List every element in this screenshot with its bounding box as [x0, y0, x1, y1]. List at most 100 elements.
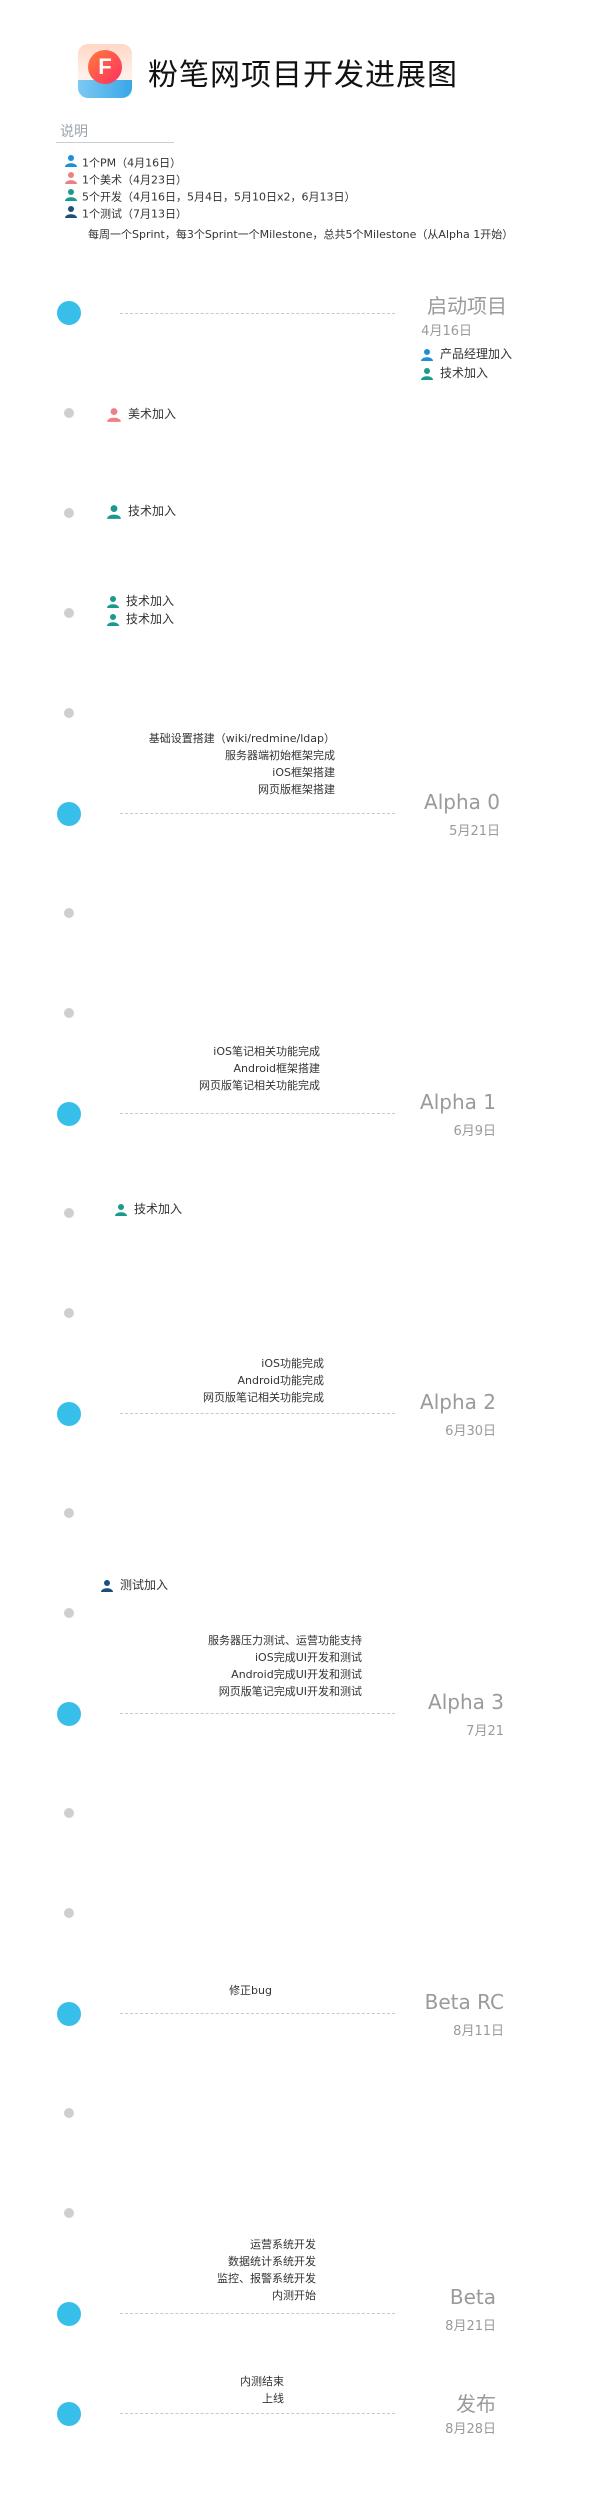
legend-item-label: 1个美术（4月23日）	[82, 173, 187, 187]
person-icon	[64, 205, 78, 224]
task-item: 监控、报警系统开发	[217, 2272, 316, 2285]
person-icon	[421, 348, 433, 361]
timeline-week-dot	[64, 1608, 74, 1618]
milestone-date: 4月16日	[421, 324, 472, 339]
task-list-alpha2: iOS功能完成 Android功能完成 网页版笔记相关功能完成	[24, 1355, 324, 1406]
timeline-week-dot	[64, 2108, 74, 2118]
timeline-week-dot	[64, 1008, 74, 1018]
person-icon	[107, 407, 121, 422]
person-icon	[421, 367, 433, 380]
milestone-title: Beta	[449, 2285, 496, 2309]
person-join-label: 技术加入	[134, 1202, 183, 1216]
task-list-alpha1: iOS笔记相关功能完成 Android框架搭建 网页版笔记相关功能完成	[20, 1043, 320, 1094]
timeline-node-alpha3	[57, 1702, 81, 1726]
person-join-label: 美术加入	[128, 407, 177, 421]
legend-item-art: 1个美术（4月23日）	[64, 171, 187, 187]
person-icon	[101, 1579, 113, 1592]
task-item: Android框架搭建	[233, 1062, 320, 1075]
timeline-node-beta	[57, 2302, 81, 2326]
legend-item-label: 1个测试（7月13日）	[82, 207, 187, 221]
person-join-dev: 技术加入	[106, 592, 174, 610]
person-icon	[107, 595, 119, 608]
milestone-connector	[120, 2313, 395, 2314]
person-icon	[115, 1203, 127, 1216]
timeline-week-dot	[64, 608, 74, 618]
person-join-dev: 技术加入	[106, 610, 174, 628]
milestone-connector	[120, 813, 395, 814]
legend-item-dev: 5个开发（4月16日，5月4日，5月10日x2，6月13日）	[64, 188, 356, 204]
task-item: iOS框架搭建	[272, 766, 335, 779]
timeline-week-dot	[64, 408, 74, 418]
person-join-label: 技术加入	[128, 504, 177, 518]
task-item: 数据统计系统开发	[228, 2255, 316, 2268]
milestone-date: 5月21日	[449, 824, 500, 839]
task-list-alpha0: 基础设置搭建（wiki/redmine/ldap） 服务器端初始框架完成 iOS…	[35, 730, 335, 798]
person-join-label: 技术加入	[440, 366, 489, 380]
person-join-label: 产品经理加入	[440, 347, 513, 361]
legend-item-qa: 1个测试（7月13日）	[64, 205, 187, 221]
legend-note: 每周一个Sprint，每3个Sprint一个Milestone，总共5个Mile…	[88, 228, 514, 241]
task-list-beta: 运营系统开发 数据统计系统开发 监控、报警系统开发 内测开始	[16, 2236, 316, 2304]
timeline-node-alpha0	[57, 802, 81, 826]
person-icon	[107, 504, 121, 519]
person-join-label: 测试加入	[120, 1578, 169, 1592]
milestone-title: Alpha 2	[420, 1390, 496, 1414]
milestone-date: 6月9日	[453, 1124, 496, 1139]
timeline-week-dot	[64, 2208, 74, 2218]
person-icon	[107, 613, 119, 626]
milestone-connector	[120, 1413, 395, 1414]
task-item: Android功能完成	[237, 1374, 324, 1387]
task-item: 修正bug	[229, 1984, 272, 1997]
task-list-alpha3: 服务器压力测试、运营功能支持 iOS完成UI开发和测试 Android完成UI开…	[62, 1632, 362, 1700]
timeline-week-dot	[64, 1508, 74, 1518]
milestone-title: Alpha 3	[428, 1690, 504, 1714]
milestone-date: 8月11日	[453, 2024, 504, 2039]
legend-heading: 说明	[60, 124, 88, 140]
legend-item-label: 1个PM（4月16日）	[82, 156, 182, 170]
timeline-node-start	[57, 301, 81, 325]
milestone-title: 发布	[456, 2392, 496, 2416]
milestone-connector	[120, 2413, 395, 2414]
task-item: iOS笔记相关功能完成	[213, 1045, 320, 1058]
task-item: iOS完成UI开发和测试	[255, 1651, 362, 1664]
task-item: 网页版笔记相关功能完成	[203, 1391, 324, 1404]
person-join-dev: 技术加入	[114, 1200, 182, 1218]
task-item: 网页版笔记相关功能完成	[199, 1079, 320, 1092]
timeline-week-dot	[64, 508, 74, 518]
timeline-week-dot	[64, 1208, 74, 1218]
milestone-date: 6月30日	[445, 1424, 496, 1439]
logo-letter: F	[88, 50, 122, 84]
task-item: 内测开始	[272, 2289, 316, 2302]
milestone-connector	[120, 2013, 395, 2014]
person-join-pm: 产品经理加入	[420, 345, 512, 363]
legend-item-label: 5个开发（4月16日，5月4日，5月10日x2，6月13日）	[82, 190, 356, 204]
timeline-week-dot	[64, 1808, 74, 1818]
task-item: 基础设置搭建（wiki/redmine/ldap）	[148, 732, 335, 745]
timeline-week-dot	[64, 1308, 74, 1318]
person-join-label: 技术加入	[126, 612, 175, 626]
milestone-title: Beta RC	[424, 1990, 504, 2014]
task-item: 运营系统开发	[250, 2238, 316, 2251]
timeline-week-dot	[64, 908, 74, 918]
milestone-connector	[120, 313, 395, 314]
person-join-label: 技术加入	[126, 594, 175, 608]
milestone-date: 8月28日	[445, 2422, 496, 2437]
milestone-date: 8月21日	[445, 2319, 496, 2334]
timeline-node-alpha1	[57, 1102, 81, 1126]
person-join-dev: 技术加入	[420, 364, 488, 382]
timeline-node-betarc	[57, 2002, 81, 2026]
milestone-title: Alpha 0	[424, 790, 500, 814]
legend-divider	[56, 142, 174, 143]
task-item: iOS功能完成	[261, 1357, 324, 1370]
task-item: 内测结束	[240, 2375, 284, 2388]
milestone-date: 7月21	[466, 1724, 504, 1739]
task-item: 网页版笔记完成UI开发和测试	[218, 1685, 362, 1698]
milestone-title: Alpha 1	[420, 1090, 496, 1114]
task-item: 上线	[262, 2392, 284, 2405]
task-list-betarc: 修正bug	[0, 1982, 272, 1999]
task-item: Android完成UI开发和测试	[231, 1668, 362, 1681]
milestone-connector	[120, 1113, 395, 1114]
milestone-title: 启动项目	[427, 294, 507, 318]
page-title: 粉笔网项目开发进展图	[148, 58, 458, 93]
legend-item-pm: 1个PM（4月16日）	[64, 154, 181, 170]
